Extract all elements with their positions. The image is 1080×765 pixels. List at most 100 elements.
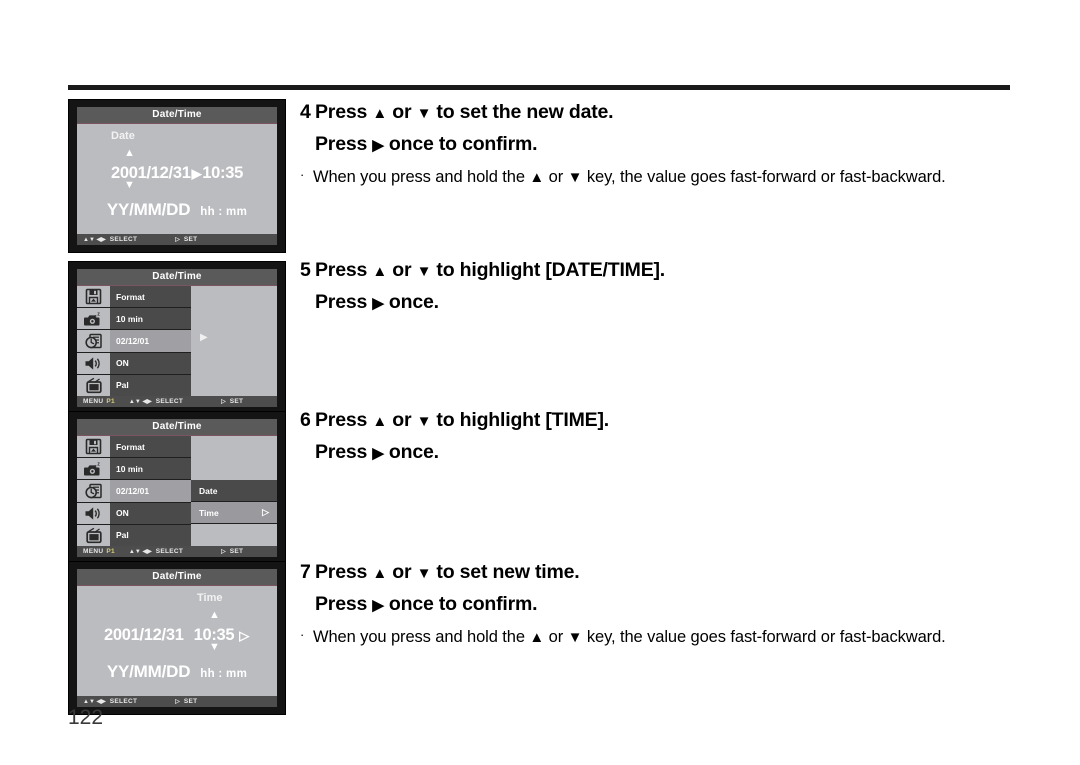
down-arrow-icon: ▼ — [567, 629, 583, 646]
bullet-icon: · — [300, 167, 305, 182]
step-4: 4 Press ▲ or ▼ to set the new date. Pres… — [300, 101, 1015, 191]
lcd-screen-menu-datetime: Date/Time z z Format 10 min 02/12/01 ON … — [68, 261, 286, 415]
step-7-note: · When you press and hold the ▲ or ▼ key… — [300, 625, 1015, 651]
menu-item-auto-off[interactable]: 10 min — [110, 308, 191, 331]
step-5-line2-a: Press — [315, 291, 373, 313]
menu-submenu-column: ▶ — [191, 286, 277, 396]
date-entry-body: Date ▲ ▼ 2001/12/31 ▶ 10:35 YY/MM/DD hh … — [77, 124, 277, 234]
menu-item-beep[interactable]: ON — [110, 502, 191, 525]
select-label: SELECT — [155, 548, 184, 555]
menu-item-date-time[interactable]: 02/12/01 — [110, 480, 191, 503]
lcd-title: Date/Time — [77, 107, 277, 124]
step-5-text-c: to highlight [DATE/TIME]. — [431, 259, 666, 281]
dpad-arrows-icon: ▲▼ ◀▶ — [128, 399, 152, 405]
tv-icon — [77, 374, 110, 397]
step-4-line-2: Press ▶ once to confirm. — [300, 133, 1015, 156]
clock-icon — [77, 480, 110, 503]
down-arrow-icon: ▼ — [416, 565, 432, 582]
caret-up-icon[interactable]: ▲ — [209, 610, 220, 621]
menu-item-video-out[interactable]: Pal — [110, 374, 191, 397]
menu-submenu-column: Date Time ▷ — [191, 436, 277, 546]
up-arrow-icon: ▲ — [372, 263, 388, 280]
time-entry-body: Time ▲ ▼ 2001/12/31 10:35 ▷ YY/MM/DD hh … — [77, 586, 277, 696]
lcd-footer: ▲▼ ◀▶ SELECT ▷ SET — [77, 234, 277, 245]
up-arrow-icon: ▲ — [529, 629, 545, 646]
auto-off-camera-icon: z z — [77, 458, 110, 481]
submenu-item-date-label: Date — [199, 485, 218, 496]
step-7-number: 7 — [300, 561, 311, 583]
step-6-text-c: to highlight [TIME]. — [431, 409, 609, 431]
down-arrow-icon: ▼ — [416, 413, 432, 430]
dpad-arrows-icon: ▲▼ ◀▶ — [83, 237, 106, 243]
svg-text:z: z — [95, 313, 97, 318]
time-value: 10:35 — [193, 626, 235, 644]
up-arrow-icon: ▲ — [529, 169, 545, 186]
select-label: SELECT — [109, 236, 138, 243]
menu-body: z z — [77, 286, 277, 397]
right-arrow-icon: ▶ — [372, 445, 384, 462]
lcd-inner: Date/Time Date ▲ ▼ 2001/12/31 ▶ 10:35 YY… — [77, 107, 277, 245]
set-label: SET — [183, 698, 198, 705]
submenu-item-date[interactable]: Date — [191, 480, 277, 502]
menu-item-auto-off[interactable]: 10 min — [110, 458, 191, 481]
menu-item-format[interactable]: Format — [110, 286, 191, 309]
step-7-line2-b: once to confirm. — [383, 593, 538, 615]
step-5-line-1: 5 Press ▲ or ▼ to highlight [DATE/TIME]. — [300, 259, 1015, 282]
menu-icon-column: z z — [77, 286, 110, 397]
step-5-line2-b: once. — [383, 291, 439, 313]
caret-up-icon[interactable]: ▲ — [124, 148, 135, 159]
step-7-line2-a: Press — [315, 593, 373, 615]
date-time-value-row: 2001/12/31 10:35 ▷ — [77, 626, 277, 645]
step-5-number: 5 — [300, 259, 311, 281]
date-format-hint: YY/MM/DD — [106, 662, 191, 681]
time-format-hint: hh : mm — [200, 668, 248, 680]
step-6-line2-a: Press — [315, 441, 373, 463]
step-6-number: 6 — [300, 409, 311, 431]
menu-item-video-out[interactable]: Pal — [110, 524, 191, 547]
menu-icon-column: z z — [77, 436, 110, 547]
step-4-text-a: Press — [315, 101, 373, 123]
step-6-text-a: Press — [315, 409, 373, 431]
submenu-item-empty — [191, 458, 277, 480]
submenu-item-time[interactable]: Time ▷ — [191, 502, 277, 524]
menu-item-date-time[interactable]: 02/12/01 — [110, 330, 191, 353]
format-icon — [77, 436, 110, 459]
dpad-arrows-icon: ▲▼ ◀▶ — [83, 699, 106, 705]
lcd-screen-time-entry: Date/Time Time ▲ ▼ 2001/12/31 10:35 ▷ YY… — [68, 561, 286, 715]
clock-icon — [77, 330, 110, 353]
step-7: 7 Press ▲ or ▼ to set new time. Press ▶ … — [300, 561, 1015, 651]
menu-label: MENU — [83, 398, 104, 405]
note-part2: key, the value goes fast-forward or fast… — [582, 628, 946, 646]
menu-label-column: Format 10 min 02/12/01 ON Pal — [110, 286, 191, 397]
step-4-note: · When you press and hold the ▲ or ▼ key… — [300, 165, 1015, 191]
note-part1: When you press and hold the — [313, 168, 530, 186]
step-4-number: 4 — [300, 101, 311, 123]
menu-item-beep[interactable]: ON — [110, 352, 191, 375]
note-part2: key, the value goes fast-forward or fast… — [582, 168, 946, 186]
confirm-arrow-icon: ▶ — [191, 165, 202, 181]
submenu-arrow-icon: ▷ — [262, 507, 269, 517]
step-5-text-b: or — [387, 259, 417, 281]
lcd-screen-menu-time-submenu: Date/Time z z Format 10 min 02/12/01 ON … — [68, 411, 286, 565]
date-value: 2001/12/31 — [104, 626, 184, 644]
page-number: 122 — [68, 706, 104, 729]
dpad-arrows-icon: ▲▼ ◀▶ — [128, 549, 152, 555]
step-4-text-b: or — [387, 101, 417, 123]
page-indicator: P1 — [106, 398, 115, 405]
submenu-item-empty — [191, 524, 277, 546]
step-5: 5 Press ▲ or ▼ to highlight [DATE/TIME].… — [300, 259, 1015, 314]
step-4-line2-a: Press — [315, 133, 373, 155]
step-6-text-b: or — [387, 409, 417, 431]
lcd-inner: Date/Time z z Format 10 min 02/12/01 ON … — [77, 419, 277, 557]
speaker-icon — [77, 352, 110, 375]
menu-item-format[interactable]: Format — [110, 436, 191, 459]
select-label: SELECT — [109, 698, 138, 705]
down-arrow-icon: ▼ — [567, 169, 583, 186]
speaker-icon — [77, 502, 110, 525]
set-arrow-icon: ▷ — [221, 399, 226, 405]
set-arrow-icon: ▷ — [175, 699, 180, 705]
time-format-hint: hh : mm — [200, 206, 248, 218]
lcd-footer: MENU P1 ▲▼ ◀▶ SELECT ▷ SET — [77, 546, 277, 557]
lcd-inner: Date/Time z z Format 10 min 02/12/01 ON … — [77, 269, 277, 407]
note-mid: or — [544, 628, 568, 646]
